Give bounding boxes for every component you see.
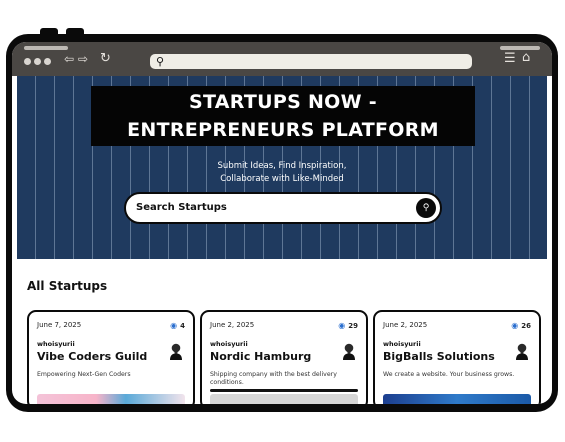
search-icon: ⚲ bbox=[422, 203, 430, 213]
card-view-count: 29 bbox=[348, 322, 358, 330]
arrow-left-icon[interactable]: ⇦ bbox=[64, 53, 74, 65]
tab-strip-right bbox=[500, 46, 540, 50]
avatar[interactable] bbox=[515, 342, 529, 360]
card-views: ◉ 4 bbox=[170, 321, 185, 330]
card-image-divider bbox=[210, 389, 358, 392]
home-icon[interactable]: ⌂ bbox=[522, 51, 530, 64]
hero-banner: STARTUPS NOW - ENTREPRENEURS PLATFORM Su… bbox=[17, 76, 547, 259]
hero-title-line-2: ENTREPRENEURS PLATFORM bbox=[127, 119, 439, 141]
card-date: June 7, 2025 bbox=[37, 321, 82, 329]
card-title[interactable]: Vibe Coders Guild bbox=[37, 350, 147, 363]
card-author[interactable]: whoisyurii bbox=[210, 340, 248, 348]
eye-icon: ◉ bbox=[170, 321, 178, 330]
card-description: We create a website. Your business grows… bbox=[383, 371, 515, 378]
search-icon: ⚲ bbox=[156, 55, 165, 68]
address-bar[interactable]: ⚲ bbox=[150, 54, 472, 69]
hero-subtitle: Submit Ideas, Find Inspiration, Collabor… bbox=[17, 160, 547, 186]
card-image[interactable] bbox=[383, 394, 531, 404]
startup-card[interactable]: June 2, 2025 ◉ 26 whoisyurii BigBalls Sol… bbox=[373, 310, 541, 404]
eye-icon: ◉ bbox=[338, 321, 346, 330]
startup-card[interactable]: June 7, 2025 ◉ 4 whoisyurii Vibe Coders G… bbox=[27, 310, 195, 404]
reload-icon[interactable]: ↻ bbox=[100, 52, 111, 65]
hero-title-line-1: STARTUPS NOW - bbox=[189, 91, 377, 113]
card-description: Shipping company with the best delivery … bbox=[210, 371, 337, 386]
card-title[interactable]: BigBalls Solutions bbox=[383, 350, 495, 363]
browser-window: ⇦ ⇨ ↻ ⚲ ☰ ⌂ STARTUPS NOW - ENTREPRENEURS… bbox=[12, 42, 552, 404]
card-views: ◉ 26 bbox=[511, 321, 531, 330]
window-dot-2[interactable] bbox=[34, 58, 41, 65]
search-button[interactable]: ⚲ bbox=[416, 198, 436, 218]
avatar[interactable] bbox=[342, 342, 356, 360]
hero-subtitle-line-2: Collaborate with Like-Minded bbox=[220, 174, 344, 184]
section-title: All Startups bbox=[27, 279, 108, 293]
arrow-right-icon[interactable]: ⇨ bbox=[78, 53, 88, 65]
card-view-count: 26 bbox=[521, 322, 531, 330]
hero-subtitle-line-1: Submit Ideas, Find Inspiration, bbox=[217, 161, 347, 171]
card-date: June 2, 2025 bbox=[210, 321, 255, 329]
card-view-count: 4 bbox=[180, 322, 185, 330]
window-dot-3[interactable] bbox=[44, 58, 51, 65]
search-input[interactable]: Search Startups ⚲ bbox=[124, 192, 442, 224]
card-image[interactable] bbox=[37, 394, 185, 404]
window-dot-1[interactable] bbox=[24, 58, 31, 65]
hero-title: STARTUPS NOW - ENTREPRENEURS PLATFORM bbox=[91, 86, 475, 146]
hamburger-menu-icon[interactable]: ☰ bbox=[504, 52, 516, 65]
card-title[interactable]: Nordic Hamburg bbox=[210, 350, 311, 363]
tab-strip-left bbox=[24, 46, 68, 50]
card-author[interactable]: whoisyurii bbox=[37, 340, 75, 348]
card-author[interactable]: whoisyurii bbox=[383, 340, 421, 348]
card-image[interactable] bbox=[210, 389, 358, 404]
card-views: ◉ 29 bbox=[338, 321, 358, 330]
card-date: June 2, 2025 bbox=[383, 321, 428, 329]
search-placeholder: Search Startups bbox=[136, 202, 227, 213]
avatar[interactable] bbox=[169, 342, 183, 360]
browser-toolbar: ⇦ ⇨ ↻ ⚲ ☰ ⌂ bbox=[12, 42, 552, 76]
startup-card[interactable]: June 2, 2025 ◉ 29 whoisyurii Nordic Hambu… bbox=[200, 310, 368, 404]
card-description: Empowering Next-Gen Coders bbox=[37, 371, 131, 378]
eye-icon: ◉ bbox=[511, 321, 519, 330]
